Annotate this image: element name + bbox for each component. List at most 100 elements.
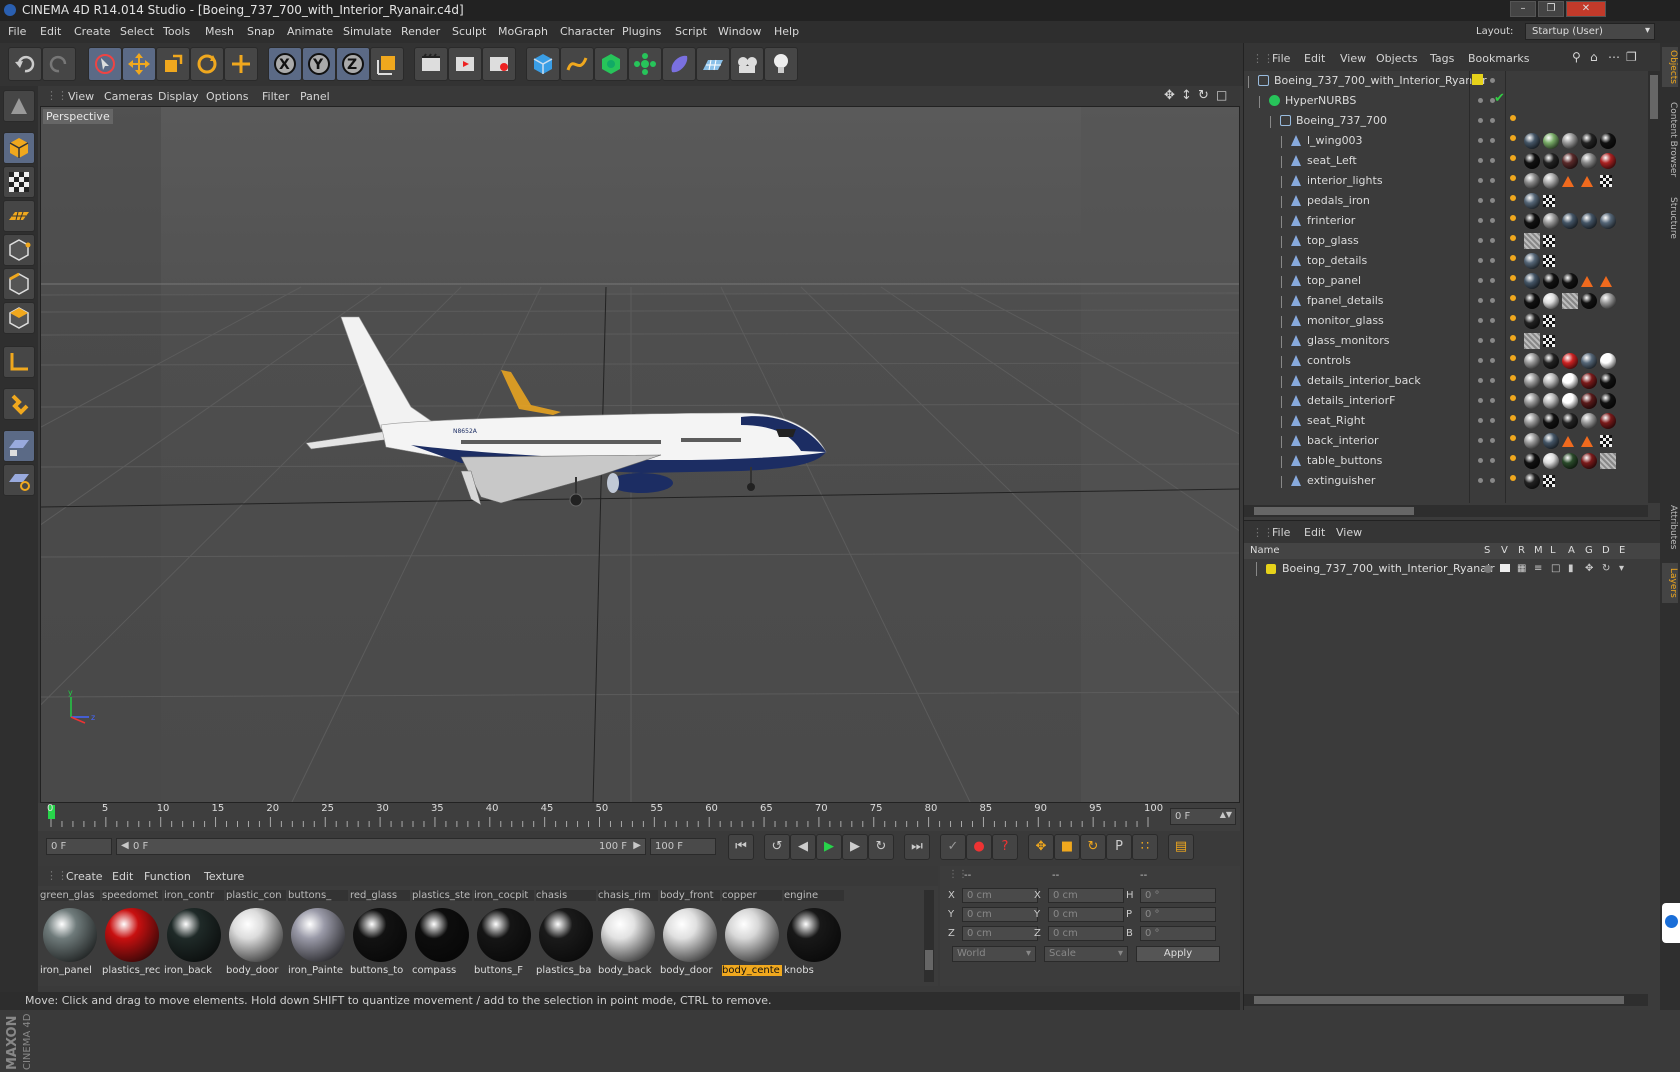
material-tag-icon[interactable] (1562, 353, 1578, 369)
teamviewer-icon[interactable] (1662, 903, 1680, 943)
enabled-check-icon[interactable]: ✔ (1494, 91, 1505, 106)
material-name[interactable]: body_cente (722, 965, 782, 976)
editor-visibility-dot[interactable] (1478, 218, 1483, 223)
material-scrollbar[interactable] (924, 890, 934, 982)
render-visibility-dot[interactable] (1490, 138, 1495, 143)
object-name[interactable]: fpanel_details (1307, 294, 1384, 307)
material-tag-icon[interactable] (1581, 373, 1597, 389)
material-tag-icon[interactable] (1581, 453, 1597, 469)
layer-expression-icon[interactable]: ▾ (1619, 563, 1624, 574)
material-name[interactable]: body_back (598, 965, 658, 976)
start-frame-field[interactable]: 0 F (46, 838, 112, 855)
material-tag-icon[interactable] (1600, 413, 1616, 429)
material-tag-icon[interactable] (1543, 353, 1559, 369)
previous-key-button[interactable]: ↺ (764, 834, 790, 860)
material-tag-icon[interactable] (1524, 353, 1540, 369)
menu-script[interactable]: Script (675, 25, 707, 38)
object-row[interactable]: controls (1244, 351, 1661, 371)
end-frame-field[interactable]: 100 F (650, 838, 716, 855)
layer-header-generators[interactable]: G (1585, 545, 1593, 556)
object-menu-tags[interactable]: Tags (1430, 52, 1454, 65)
render-visibility-dot[interactable] (1490, 338, 1495, 343)
record-keys-button[interactable]: ✓ (940, 834, 966, 860)
snap-button[interactable] (3, 388, 35, 420)
points-mode-button[interactable] (3, 234, 35, 266)
menu-tools[interactable]: Tools (163, 25, 190, 38)
material-name[interactable]: body_door (660, 965, 720, 976)
render-visibility-dot[interactable] (1490, 178, 1495, 183)
render-visibility-dot[interactable] (1490, 218, 1495, 223)
object-row[interactable]: details_interiorF (1244, 391, 1661, 411)
workplane-lock-button[interactable] (3, 430, 35, 462)
layer-lock-icon[interactable]: □ (1551, 563, 1560, 574)
material-swatch[interactable]: chasis plastics_ba (536, 890, 596, 980)
light-button[interactable] (764, 47, 798, 81)
cube-object-button[interactable] (526, 47, 560, 81)
material-tag-icon[interactable] (1543, 373, 1559, 389)
material-tag-icon[interactable] (1562, 153, 1578, 169)
layer-render-icon[interactable]: ▦ (1517, 563, 1526, 574)
editor-visibility-dot[interactable] (1478, 118, 1483, 123)
record-rotation-button[interactable]: ↻ (1080, 834, 1106, 860)
material-swatch[interactable]: chasis_rim body_back (598, 890, 658, 980)
editor-visibility-dot[interactable] (1478, 158, 1483, 163)
object-vertical-scrollbar[interactable] (1648, 71, 1660, 503)
render-visibility-dot[interactable] (1490, 278, 1495, 283)
material-tag-icon[interactable] (1600, 276, 1612, 287)
phong-tag-icon[interactable] (1510, 175, 1516, 181)
layer-solo-toggle[interactable] (1484, 565, 1492, 573)
layer-deformer-icon[interactable]: ↻ (1602, 563, 1610, 574)
render-visibility-dot[interactable] (1490, 418, 1495, 423)
editor-visibility-dot[interactable] (1478, 98, 1483, 103)
material-tag-icon[interactable] (1600, 175, 1612, 187)
editor-visibility-dot[interactable] (1478, 378, 1483, 383)
material-tag-icon[interactable] (1562, 213, 1578, 229)
phong-tag-icon[interactable] (1510, 235, 1516, 241)
camera-button[interactable] (730, 47, 764, 81)
object-row[interactable]: Boeing_737_700 (1244, 111, 1661, 131)
layer-header-deformers[interactable]: D (1602, 545, 1610, 556)
material-tag-icon[interactable] (1562, 176, 1574, 187)
nurbs-button[interactable] (594, 47, 628, 81)
material-tag-icon[interactable] (1524, 153, 1540, 169)
render-visibility-dot[interactable] (1490, 158, 1495, 163)
material-tag-icon[interactable] (1524, 373, 1540, 389)
material-tag-icon[interactable] (1562, 273, 1578, 289)
close-button[interactable]: ✕ (1566, 1, 1606, 17)
current-frame-field[interactable]: 0 F ▲▼ (1170, 808, 1236, 825)
object-name[interactable]: glass_monitors (1307, 334, 1390, 347)
menu-character[interactable]: Character (560, 25, 614, 38)
object-row[interactable]: back_interior (1244, 431, 1661, 451)
live-selection-tool[interactable] (88, 47, 122, 81)
object-menu-file[interactable]: File (1272, 52, 1290, 65)
material-row-label[interactable]: engine (784, 890, 844, 901)
material-preview-sphere[interactable] (291, 908, 345, 962)
material-tag-icon[interactable] (1524, 393, 1540, 409)
object-row[interactable]: table_buttons (1244, 451, 1661, 471)
menu-edit[interactable]: Edit (40, 25, 61, 38)
material-tag-icon[interactable] (1581, 436, 1593, 447)
tab-layers[interactable]: Layers (1662, 563, 1678, 603)
material-tag-icon[interactable] (1581, 413, 1597, 429)
object-name[interactable]: top_glass (1307, 234, 1359, 247)
render-visibility-dot[interactable] (1490, 198, 1495, 203)
material-tag-icon[interactable] (1543, 153, 1559, 169)
menu-create[interactable]: Create (74, 25, 111, 38)
render-visibility-dot[interactable] (1490, 458, 1495, 463)
viewport-pan-icon[interactable]: ✥ (1164, 88, 1175, 103)
tab-objects[interactable]: Objects (1662, 47, 1678, 87)
editor-visibility-dot[interactable] (1478, 278, 1483, 283)
object-name[interactable]: top_panel (1307, 274, 1361, 287)
material-preview-sphere[interactable] (539, 908, 593, 962)
material-tag-icon[interactable] (1543, 413, 1559, 429)
object-row[interactable]: fpanel_details (1244, 291, 1661, 311)
tab-structure[interactable]: Structure (1662, 193, 1678, 243)
material-tag-icon[interactable] (1524, 213, 1540, 229)
coord-position-field[interactable]: 0 cm (962, 888, 1038, 903)
coord-size-field[interactable]: 0 cm (1048, 926, 1124, 941)
editor-visibility-dot[interactable] (1478, 178, 1483, 183)
coord-rotation-field[interactable]: 0 ° (1140, 907, 1216, 922)
record-pla-button[interactable]: ∷ (1132, 834, 1158, 860)
layer-menu-view[interactable]: View (1336, 526, 1362, 539)
material-name[interactable]: plastics_ba (536, 965, 596, 976)
